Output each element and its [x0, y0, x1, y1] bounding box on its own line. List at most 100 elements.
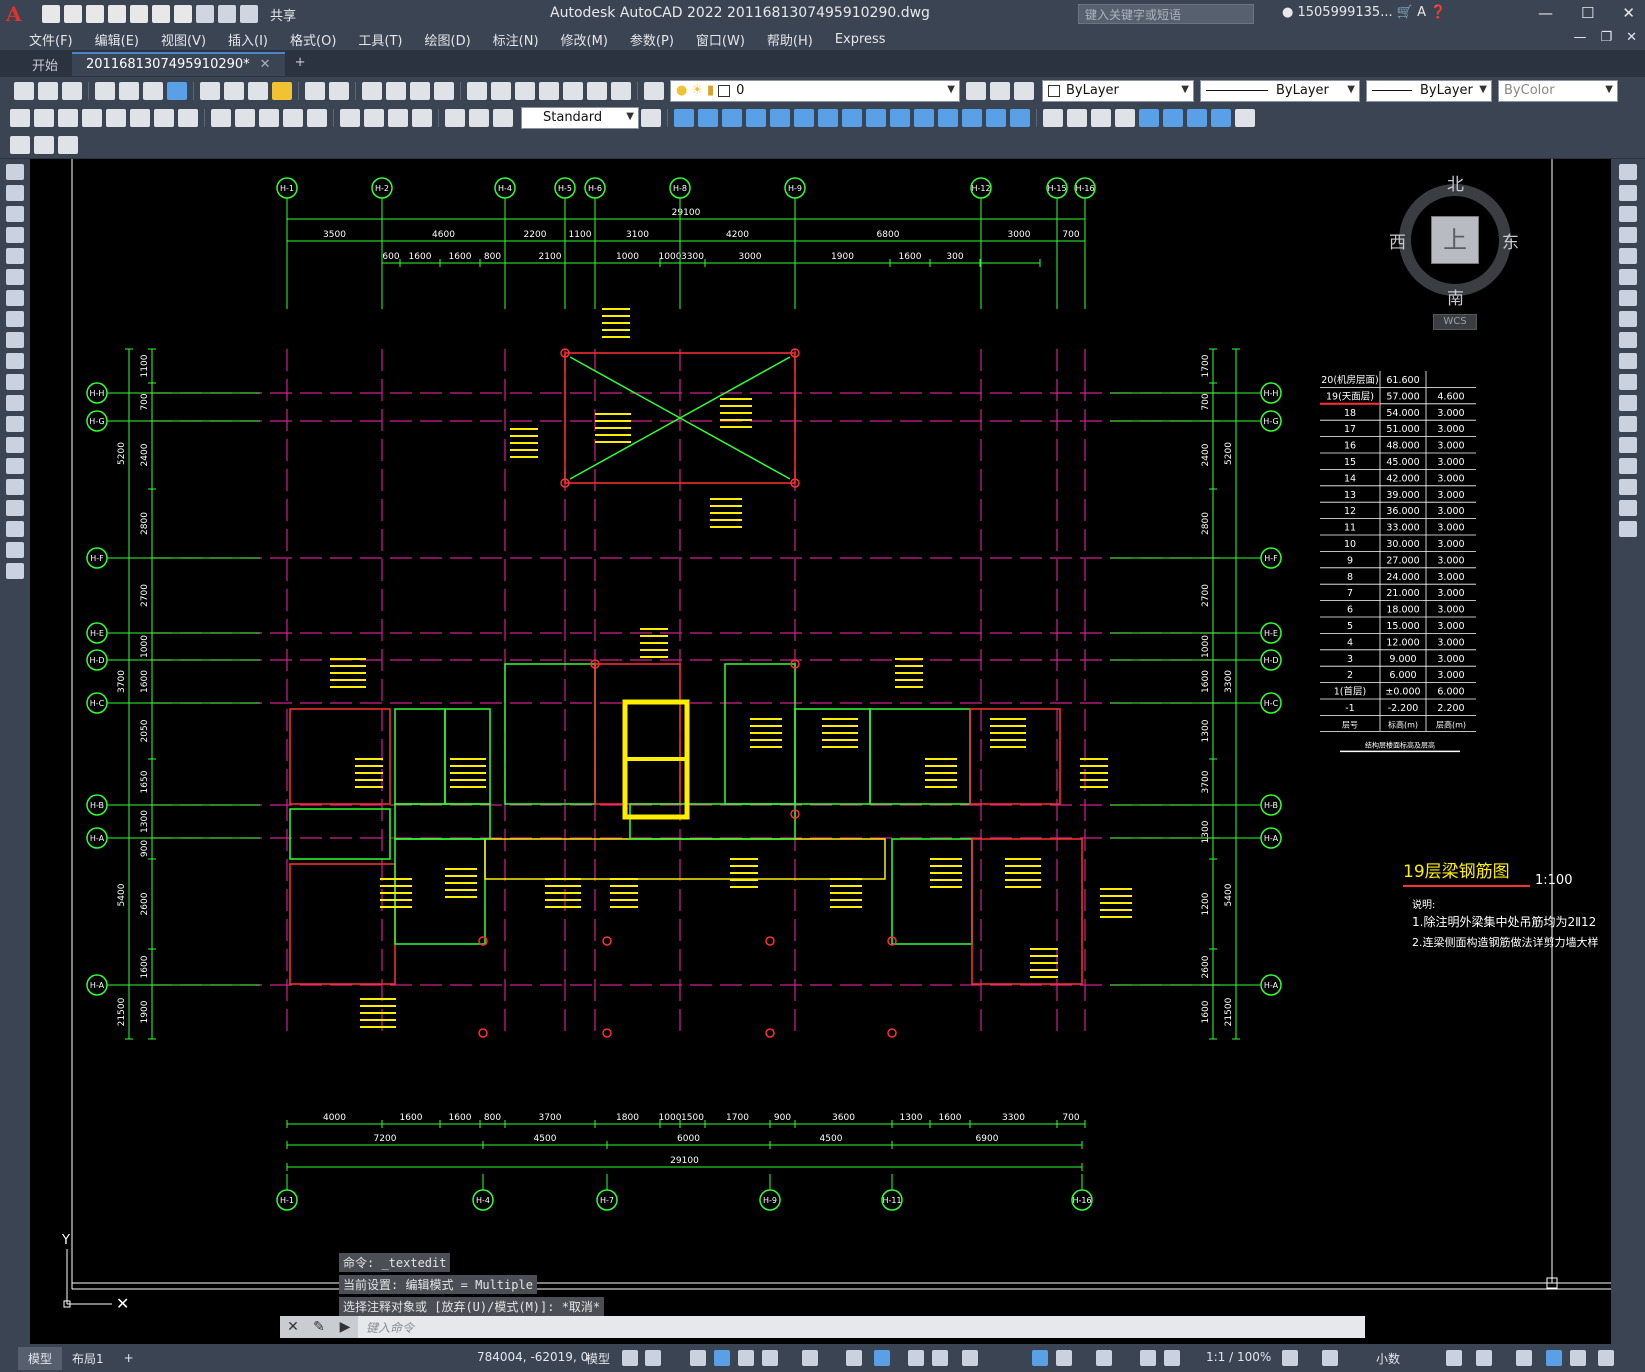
break-icon[interactable] [938, 108, 958, 127]
draworder-front-icon[interactable] [1043, 108, 1063, 127]
ellipse-arc-icon[interactable] [6, 374, 24, 390]
offset-v-icon[interactable] [1619, 227, 1637, 243]
make-block-icon[interactable] [34, 135, 54, 154]
dim-style-manager-icon[interactable] [641, 108, 661, 127]
selection-filter-icon[interactable] [1056, 1350, 1072, 1366]
annotations-front-icon[interactable] [1235, 108, 1255, 127]
copy-v-icon[interactable] [1619, 185, 1637, 201]
snap-icon[interactable] [645, 1350, 661, 1366]
isodraft-icon[interactable] [762, 1350, 778, 1366]
auto-scale-icon[interactable] [1164, 1350, 1180, 1366]
rotate-v-icon[interactable] [1619, 290, 1637, 306]
menu-modify[interactable]: 修改(M) [550, 30, 619, 49]
cart-icon[interactable]: 🛒 [1397, 5, 1413, 20]
dim-text-edit-icon[interactable] [469, 108, 489, 127]
undo-icon[interactable] [196, 5, 214, 23]
dim-break-icon[interactable] [307, 108, 327, 127]
ortho-icon[interactable] [714, 1350, 730, 1366]
polyline-icon[interactable] [6, 206, 24, 222]
rotate-icon[interactable] [818, 108, 838, 127]
jogged-linear-icon[interactable] [412, 108, 432, 127]
customization-menu-icon[interactable] [1598, 1350, 1614, 1366]
open-file-icon[interactable] [64, 5, 82, 23]
text-front-icon[interactable] [1139, 108, 1159, 127]
dim-continue-icon[interactable] [259, 108, 279, 127]
open-icon[interactable] [38, 81, 58, 100]
dims-front-icon[interactable] [1187, 108, 1207, 127]
close-tab-icon[interactable]: ✕ [260, 57, 271, 72]
move-icon[interactable] [794, 108, 814, 127]
menu-draw[interactable]: 绘图(D) [414, 30, 482, 49]
new-tab-button[interactable]: + [285, 52, 316, 76]
dim-edit-icon[interactable] [445, 108, 465, 127]
annotation-scale[interactable]: 1:1 / 100% [1206, 1350, 1271, 1364]
table-icon[interactable] [6, 521, 24, 537]
share-button[interactable]: 共享 [270, 5, 296, 24]
object-snap-tracking-icon[interactable] [802, 1350, 818, 1366]
plotstyle-dropdown[interactable]: ByColor ▼ [1498, 79, 1618, 102]
qnew-icon[interactable] [14, 81, 34, 100]
close-icon[interactable]: ✕ [1622, 4, 1635, 22]
make-block-draw-icon[interactable] [6, 416, 24, 432]
fillet-v-icon[interactable] [1619, 479, 1637, 495]
selection-cycling-icon[interactable] [932, 1350, 948, 1366]
redo-toolbar-icon[interactable] [329, 81, 349, 100]
trim-icon[interactable] [890, 108, 910, 127]
mtext-icon[interactable] [6, 542, 24, 558]
menu-parametric[interactable]: 参数(P) [619, 30, 685, 49]
save-icon[interactable] [86, 5, 104, 23]
quick-properties-icon[interactable] [1446, 1350, 1462, 1366]
drawing-canvas[interactable]: Y ✕ 29100 3500 4600 2200 1100 3100 4200 6800 300… [30, 159, 1611, 1319]
circle-icon[interactable] [6, 290, 24, 306]
autocad-logo-icon[interactable]: A [6, 3, 28, 25]
help-toolbar-icon[interactable] [611, 81, 631, 100]
gradient-icon[interactable] [6, 479, 24, 495]
doc-close-icon[interactable]: ✕ [1626, 30, 1637, 45]
annotation-visibility-icon[interactable] [1140, 1350, 1156, 1366]
gizmo-icon[interactable] [1096, 1350, 1112, 1366]
menu-insert[interactable]: 插入(I) [217, 30, 279, 49]
join-icon[interactable] [962, 108, 982, 127]
transparency-icon[interactable] [908, 1350, 924, 1366]
dim-linear-icon[interactable] [10, 108, 30, 127]
mirror-v-icon[interactable] [1619, 206, 1637, 222]
graphics-performance-icon[interactable] [1546, 1350, 1562, 1366]
extend-icon[interactable] [914, 108, 934, 127]
rectangle-icon[interactable] [6, 248, 24, 264]
user-account[interactable]: ● 1505999135... 🛒 A ❓ [1282, 5, 1446, 20]
model-space-toggle[interactable]: 模型 [586, 1350, 610, 1367]
array-v-icon[interactable] [1619, 248, 1637, 264]
menu-edit[interactable]: 编辑(E) [84, 30, 150, 49]
erase-icon[interactable] [674, 108, 694, 127]
tab-start[interactable]: 开始 [18, 52, 72, 76]
join-v-icon[interactable] [1619, 437, 1637, 453]
menu-tools[interactable]: 工具(T) [347, 30, 413, 49]
new-file-icon[interactable] [42, 5, 60, 23]
dynamic-ucs-icon[interactable] [1032, 1350, 1048, 1366]
lock-ui-icon[interactable] [1476, 1350, 1492, 1366]
menu-file[interactable]: 文件(F) [18, 30, 84, 49]
infer-constraints-icon[interactable] [690, 1350, 706, 1366]
plot-toolbar-icon[interactable] [95, 81, 115, 100]
markup-icon[interactable] [563, 81, 583, 100]
make-current-layer-icon[interactable] [966, 81, 986, 100]
tolerance-icon[interactable] [340, 108, 360, 127]
dimstyle-dropdown[interactable]: Standard ▼ [521, 106, 639, 129]
trim-v-icon[interactable] [1619, 353, 1637, 369]
design-center-icon[interactable] [491, 81, 511, 100]
sheet-set-icon[interactable] [539, 81, 559, 100]
polar-icon[interactable] [738, 1350, 754, 1366]
move-v-icon[interactable] [1619, 269, 1637, 285]
viewcube-south[interactable]: 南 [1447, 284, 1464, 309]
command-menu-icon[interactable]: ▶ [332, 1319, 358, 1335]
linetype-dropdown[interactable]: ByLayer ▼ [1200, 79, 1360, 102]
viewcube-top-face[interactable]: 上 [1431, 216, 1479, 264]
properties-icon[interactable] [467, 81, 487, 100]
paste-icon[interactable] [248, 81, 268, 100]
wcs-menu[interactable]: WCS [1433, 314, 1477, 330]
add-layout-button[interactable]: + [114, 1348, 144, 1368]
quick-dim-icon[interactable] [211, 108, 231, 127]
command-input[interactable]: 键入命令 [358, 1316, 1365, 1338]
add-selected-icon[interactable] [6, 563, 24, 579]
offset-icon[interactable] [746, 108, 766, 127]
